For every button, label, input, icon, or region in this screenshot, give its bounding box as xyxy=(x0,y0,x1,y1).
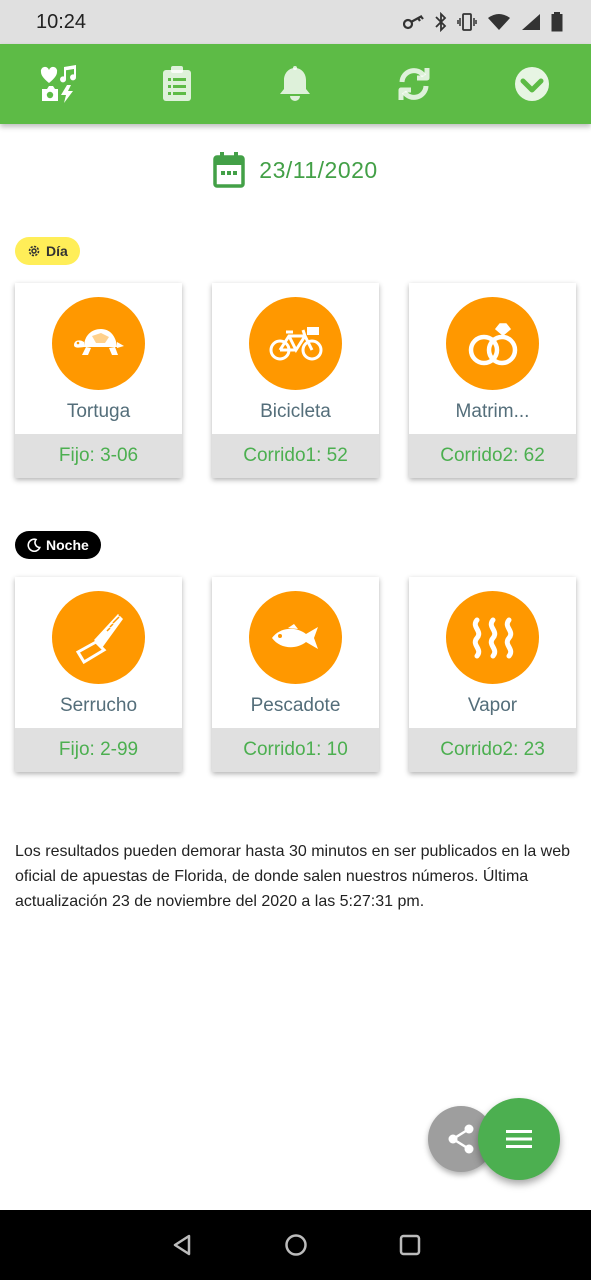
noche-card-vapor[interactable]: Vapor Corrido2: 23 xyxy=(409,577,576,772)
turtle-icon xyxy=(73,328,124,355)
dia-card-tortuga[interactable]: Tortuga Fijo: 3-06 xyxy=(15,283,182,478)
card-icon-circle xyxy=(249,591,342,684)
card-result: Corrido2: 62 xyxy=(409,434,576,478)
noche-badge-label: Noche xyxy=(46,537,89,553)
gear-icon xyxy=(28,245,40,257)
recents-icon[interactable] xyxy=(398,1233,422,1257)
status-bar: 10:24 xyxy=(0,0,591,44)
status-time: 10:24 xyxy=(36,10,87,33)
card-result: Corrido2: 23 xyxy=(409,728,576,772)
share-icon xyxy=(448,1124,474,1154)
saw-icon xyxy=(75,611,123,664)
date-row[interactable]: 23/11/2020 xyxy=(0,152,591,188)
calendar-icon xyxy=(213,152,246,188)
tab-refresh[interactable] xyxy=(384,54,444,114)
card-icon-circle xyxy=(446,297,539,390)
dia-badge: Día xyxy=(15,237,80,265)
system-nav-bar xyxy=(0,1210,591,1280)
dia-card-bicicleta[interactable]: Bicicleta Corrido1: 52 xyxy=(212,283,379,478)
card-name: Serrucho xyxy=(59,695,138,716)
home-icon[interactable] xyxy=(284,1233,308,1257)
tab-expand[interactable] xyxy=(502,54,562,114)
wifi-icon xyxy=(488,14,510,30)
tab-notifications[interactable] xyxy=(265,54,325,114)
card-icon-circle xyxy=(52,591,145,684)
menu-icon xyxy=(506,1130,532,1148)
steam-icon xyxy=(472,617,513,658)
card-result: Corrido1: 10 xyxy=(212,728,379,772)
refresh-icon xyxy=(398,68,430,100)
dia-card-matrimonio[interactable]: Matrim... Corrido2: 62 xyxy=(409,283,576,478)
dia-badge-label: Día xyxy=(46,243,68,259)
battery-icon xyxy=(551,12,563,32)
key-icon xyxy=(403,15,424,30)
tab-charada[interactable] xyxy=(29,54,89,114)
card-name: Tortuga xyxy=(66,401,131,422)
card-name: Pescadote xyxy=(250,695,341,716)
app-bar xyxy=(0,44,591,124)
signal-icon xyxy=(522,14,540,30)
back-icon[interactable] xyxy=(170,1233,194,1257)
noche-card-pescadote[interactable]: Pescadote Corrido1: 10 xyxy=(212,577,379,772)
card-icon-circle xyxy=(446,591,539,684)
bluetooth-icon xyxy=(435,12,447,32)
card-icon-circle xyxy=(249,297,342,390)
fish-icon xyxy=(271,623,318,649)
noche-card-serrucho[interactable]: Serrucho Fijo: 2-99 xyxy=(15,577,182,772)
card-result: Fijo: 2-99 xyxy=(15,728,182,772)
charada-icon xyxy=(40,65,77,103)
chevron-down-circle-icon xyxy=(514,67,549,101)
noche-badge: Noche xyxy=(15,531,101,559)
rings-icon xyxy=(468,322,517,365)
card-name: Matrim... xyxy=(455,401,530,422)
disclaimer-text: Los resultados pueden demorar hasta 30 m… xyxy=(15,843,571,910)
menu-button[interactable] xyxy=(478,1098,560,1180)
card-result: Fijo: 3-06 xyxy=(15,434,182,478)
status-icons xyxy=(403,12,563,32)
tab-list[interactable] xyxy=(147,54,207,114)
bicycle-icon xyxy=(269,326,322,360)
card-name: Bicicleta xyxy=(260,401,331,422)
vibrate-icon xyxy=(457,13,477,31)
bell-icon xyxy=(280,66,311,101)
card-name: Vapor xyxy=(467,695,518,716)
date-text: 23/11/2020 xyxy=(259,156,378,183)
clipboard-list-icon xyxy=(163,66,192,101)
moon-icon xyxy=(27,538,41,552)
card-result: Corrido1: 52 xyxy=(212,434,379,478)
card-icon-circle xyxy=(52,297,145,390)
